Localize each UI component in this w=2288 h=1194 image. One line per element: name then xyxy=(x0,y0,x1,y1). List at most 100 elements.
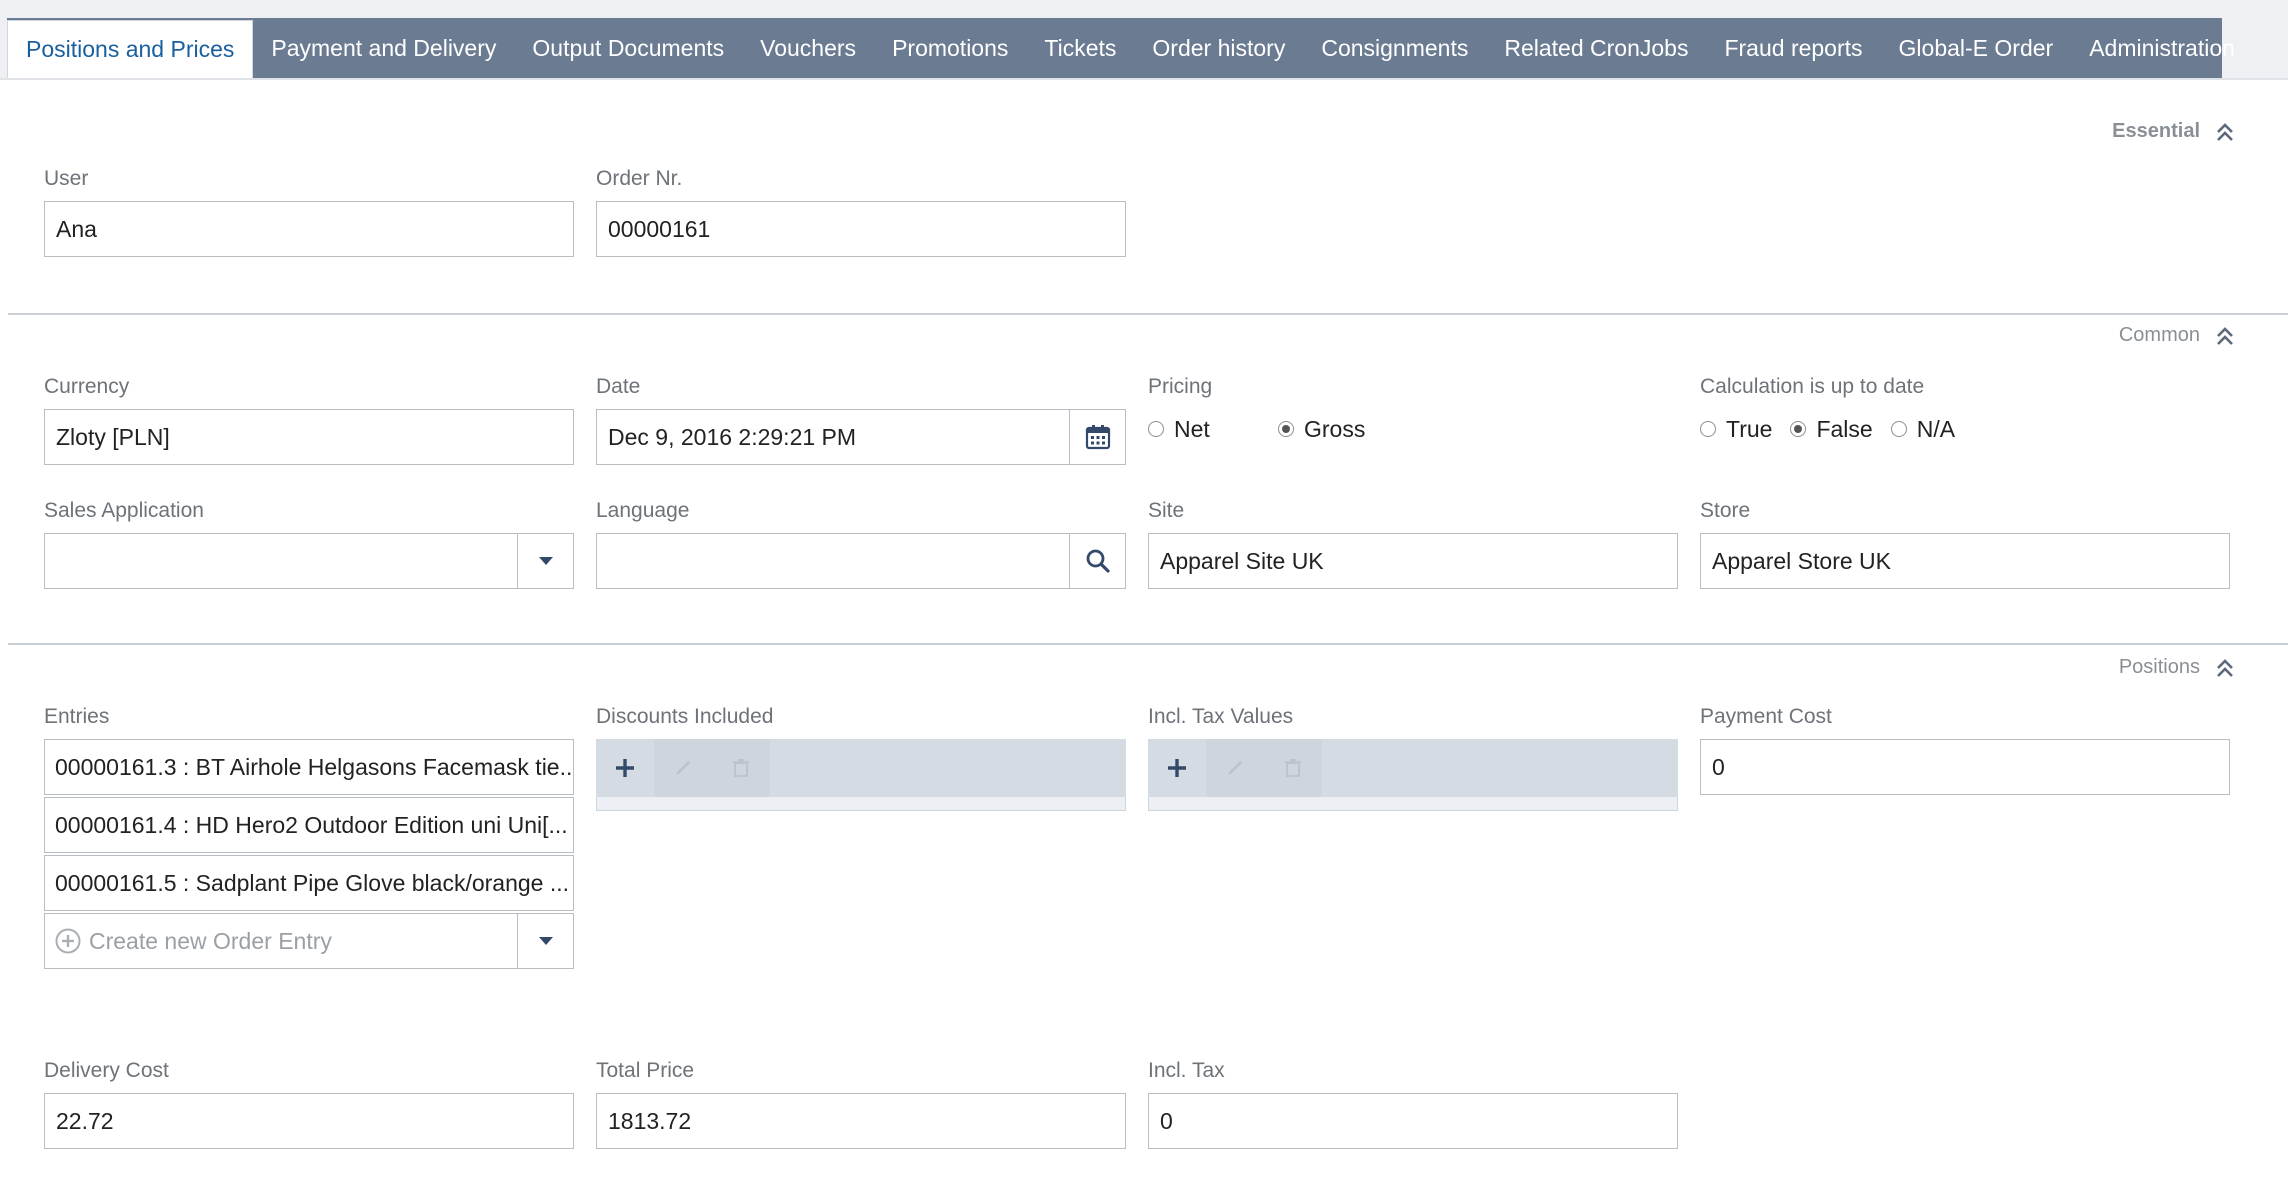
sales-application-dropdown-button[interactable] xyxy=(518,533,574,589)
tax-values-add-button[interactable] xyxy=(1148,739,1206,797)
incl-tax-values-label: Incl. Tax Values xyxy=(1148,705,1294,728)
pencil-icon xyxy=(1227,760,1243,776)
section-title-positions: Positions xyxy=(2118,656,2200,678)
calculation-na-radio[interactable] xyxy=(1890,421,1907,437)
double-chevron-up-icon[interactable] xyxy=(2214,121,2236,143)
discounts-add-button[interactable] xyxy=(596,739,654,797)
currency-field: Currency Zloty [PLN] xyxy=(44,375,574,465)
section-title-common: Common xyxy=(2118,324,2200,346)
total-price-input[interactable]: 1813.72 xyxy=(596,1093,1126,1149)
user-input[interactable]: Ana xyxy=(44,201,574,257)
pricing-label: Pricing xyxy=(1148,375,1213,398)
discounts-edit-button[interactable] xyxy=(654,739,712,797)
double-chevron-up-icon[interactable] xyxy=(2214,657,2236,679)
order-nr-label: Order Nr. xyxy=(596,167,683,190)
tab-positions-and-prices[interactable]: Positions and Prices xyxy=(7,20,254,78)
pricing-radio-group: Net Gross xyxy=(1148,409,1678,449)
pricing-net-radio[interactable] xyxy=(1148,421,1164,437)
plus-circle-icon xyxy=(55,928,81,954)
tab-promotions[interactable]: Promotions xyxy=(874,18,1026,78)
list-item[interactable]: 00000161.3 : BT Airhole Helgasons Facema… xyxy=(44,739,574,795)
site-input[interactable]: Apparel Site UK xyxy=(1148,533,1678,589)
pencil-icon xyxy=(675,760,691,776)
sales-application-select xyxy=(44,533,574,589)
double-chevron-up-icon[interactable] xyxy=(2214,325,2236,347)
date-label: Date xyxy=(596,375,641,398)
tab-order-history[interactable]: Order history xyxy=(1134,18,1303,78)
date-picker-button[interactable] xyxy=(1070,409,1126,465)
calculation-false-radio[interactable] xyxy=(1790,421,1807,437)
pricing-radio-gross[interactable]: Gross xyxy=(1278,416,1365,443)
currency-label: Currency xyxy=(44,375,130,398)
date-field: Date Dec 9, 2016 2:29:21 PM xyxy=(596,375,1126,465)
language-search-button[interactable] xyxy=(1070,533,1126,589)
order-nr-input[interactable]: 00000161 xyxy=(596,201,1126,257)
incl-tax-values-toolbar xyxy=(1148,739,1678,797)
payment-cost-input[interactable]: 0 xyxy=(1700,739,2230,795)
discounts-included-field: Discounts Included xyxy=(596,705,1126,811)
tab-fraud-reports[interactable]: Fraud reports xyxy=(1706,18,1880,78)
list-item[interactable]: 00000161.5 : Sadplant Pipe Glove black/o… xyxy=(44,855,574,911)
tab-related-cronjobs[interactable]: Related CronJobs xyxy=(1486,18,1706,78)
create-order-entry-select: Create new Order Entry xyxy=(44,913,574,969)
calculation-true-radio[interactable] xyxy=(1700,421,1716,437)
section-divider xyxy=(8,313,2288,315)
tab-vouchers[interactable]: Vouchers xyxy=(742,18,874,78)
plus-icon xyxy=(616,759,634,777)
tab-tickets[interactable]: Tickets xyxy=(1026,18,1134,78)
create-order-entry-input[interactable]: Create new Order Entry xyxy=(44,913,518,969)
store-input[interactable]: Apparel Store UK xyxy=(1700,533,2230,589)
tab-output-documents[interactable]: Output Documents xyxy=(514,18,742,78)
site-field: Site Apparel Site UK xyxy=(1148,499,1678,589)
section-header-positions[interactable]: Positions xyxy=(2119,656,2236,679)
section-header-common[interactable]: Common xyxy=(2119,324,2236,347)
list-item[interactable]: 00000161.4 : HD Hero2 Outdoor Edition un… xyxy=(44,797,574,853)
discounts-delete-button[interactable] xyxy=(712,739,770,797)
search-icon xyxy=(1086,549,1110,573)
incl-tax-values-list xyxy=(1148,797,1678,811)
currency-input[interactable]: Zloty [PLN] xyxy=(44,409,574,465)
payment-cost-field: Payment Cost 0 xyxy=(1700,705,2230,795)
section-title-essential: Essential xyxy=(2112,120,2200,142)
calculation-radio-false[interactable]: False xyxy=(1790,416,1873,443)
pricing-net-label: Net xyxy=(1174,415,1210,442)
incl-tax-label: Incl. Tax xyxy=(1148,1059,1225,1082)
calendar-icon xyxy=(1085,425,1110,450)
create-order-entry-dropdown-button[interactable] xyxy=(518,913,574,969)
section-divider xyxy=(8,643,2288,645)
pricing-gross-label: Gross xyxy=(1304,415,1366,442)
discounts-included-label: Discounts Included xyxy=(596,705,774,728)
store-field: Store Apparel Store UK xyxy=(1700,499,2230,589)
tax-values-edit-button[interactable] xyxy=(1206,739,1264,797)
sales-application-field: Sales Application xyxy=(44,499,574,589)
pricing-gross-radio[interactable] xyxy=(1278,421,1294,437)
calculation-radio-na[interactable]: N/A xyxy=(1890,415,1956,443)
incl-tax-input[interactable]: 0 xyxy=(1148,1093,1678,1149)
tab-global-e-order[interactable]: Global-E Order xyxy=(1881,18,2072,78)
calculation-radio-true[interactable]: True xyxy=(1700,416,1772,443)
tab-payment-and-delivery[interactable]: Payment and Delivery xyxy=(253,18,514,78)
calculation-true-label: True xyxy=(1726,415,1773,442)
site-label: Site xyxy=(1148,499,1185,522)
sales-application-input[interactable] xyxy=(44,533,518,589)
create-order-entry-placeholder: Create new Order Entry xyxy=(89,927,332,954)
caret-down-icon xyxy=(538,937,553,945)
tab-administration[interactable]: Administration xyxy=(2071,18,2253,78)
language-input[interactable] xyxy=(596,533,1070,589)
calculation-na-label: N/A xyxy=(1916,415,1956,442)
delivery-cost-label: Delivery Cost xyxy=(44,1059,169,1082)
date-input[interactable]: Dec 9, 2016 2:29:21 PM xyxy=(596,409,1070,465)
incl-tax-field: Incl. Tax 0 xyxy=(1148,1059,1678,1149)
calculation-field: Calculation is up to date True False N/A xyxy=(1700,375,2230,449)
trash-icon xyxy=(733,759,749,777)
sales-application-label: Sales Application xyxy=(44,499,204,522)
order-nr-field: Order Nr. 00000161 xyxy=(596,167,1126,257)
calculation-label: Calculation is up to date xyxy=(1700,375,1925,398)
pricing-radio-net[interactable]: Net xyxy=(1148,416,1278,443)
tax-values-delete-button[interactable] xyxy=(1264,739,1322,797)
calculation-radio-group: True False N/A xyxy=(1700,409,2230,449)
delivery-cost-input[interactable]: 22.72 xyxy=(44,1093,574,1149)
total-price-field: Total Price 1813.72 xyxy=(596,1059,1126,1149)
section-header-essential[interactable]: Essential xyxy=(2112,120,2236,143)
tab-consignments[interactable]: Consignments xyxy=(1303,18,1486,78)
